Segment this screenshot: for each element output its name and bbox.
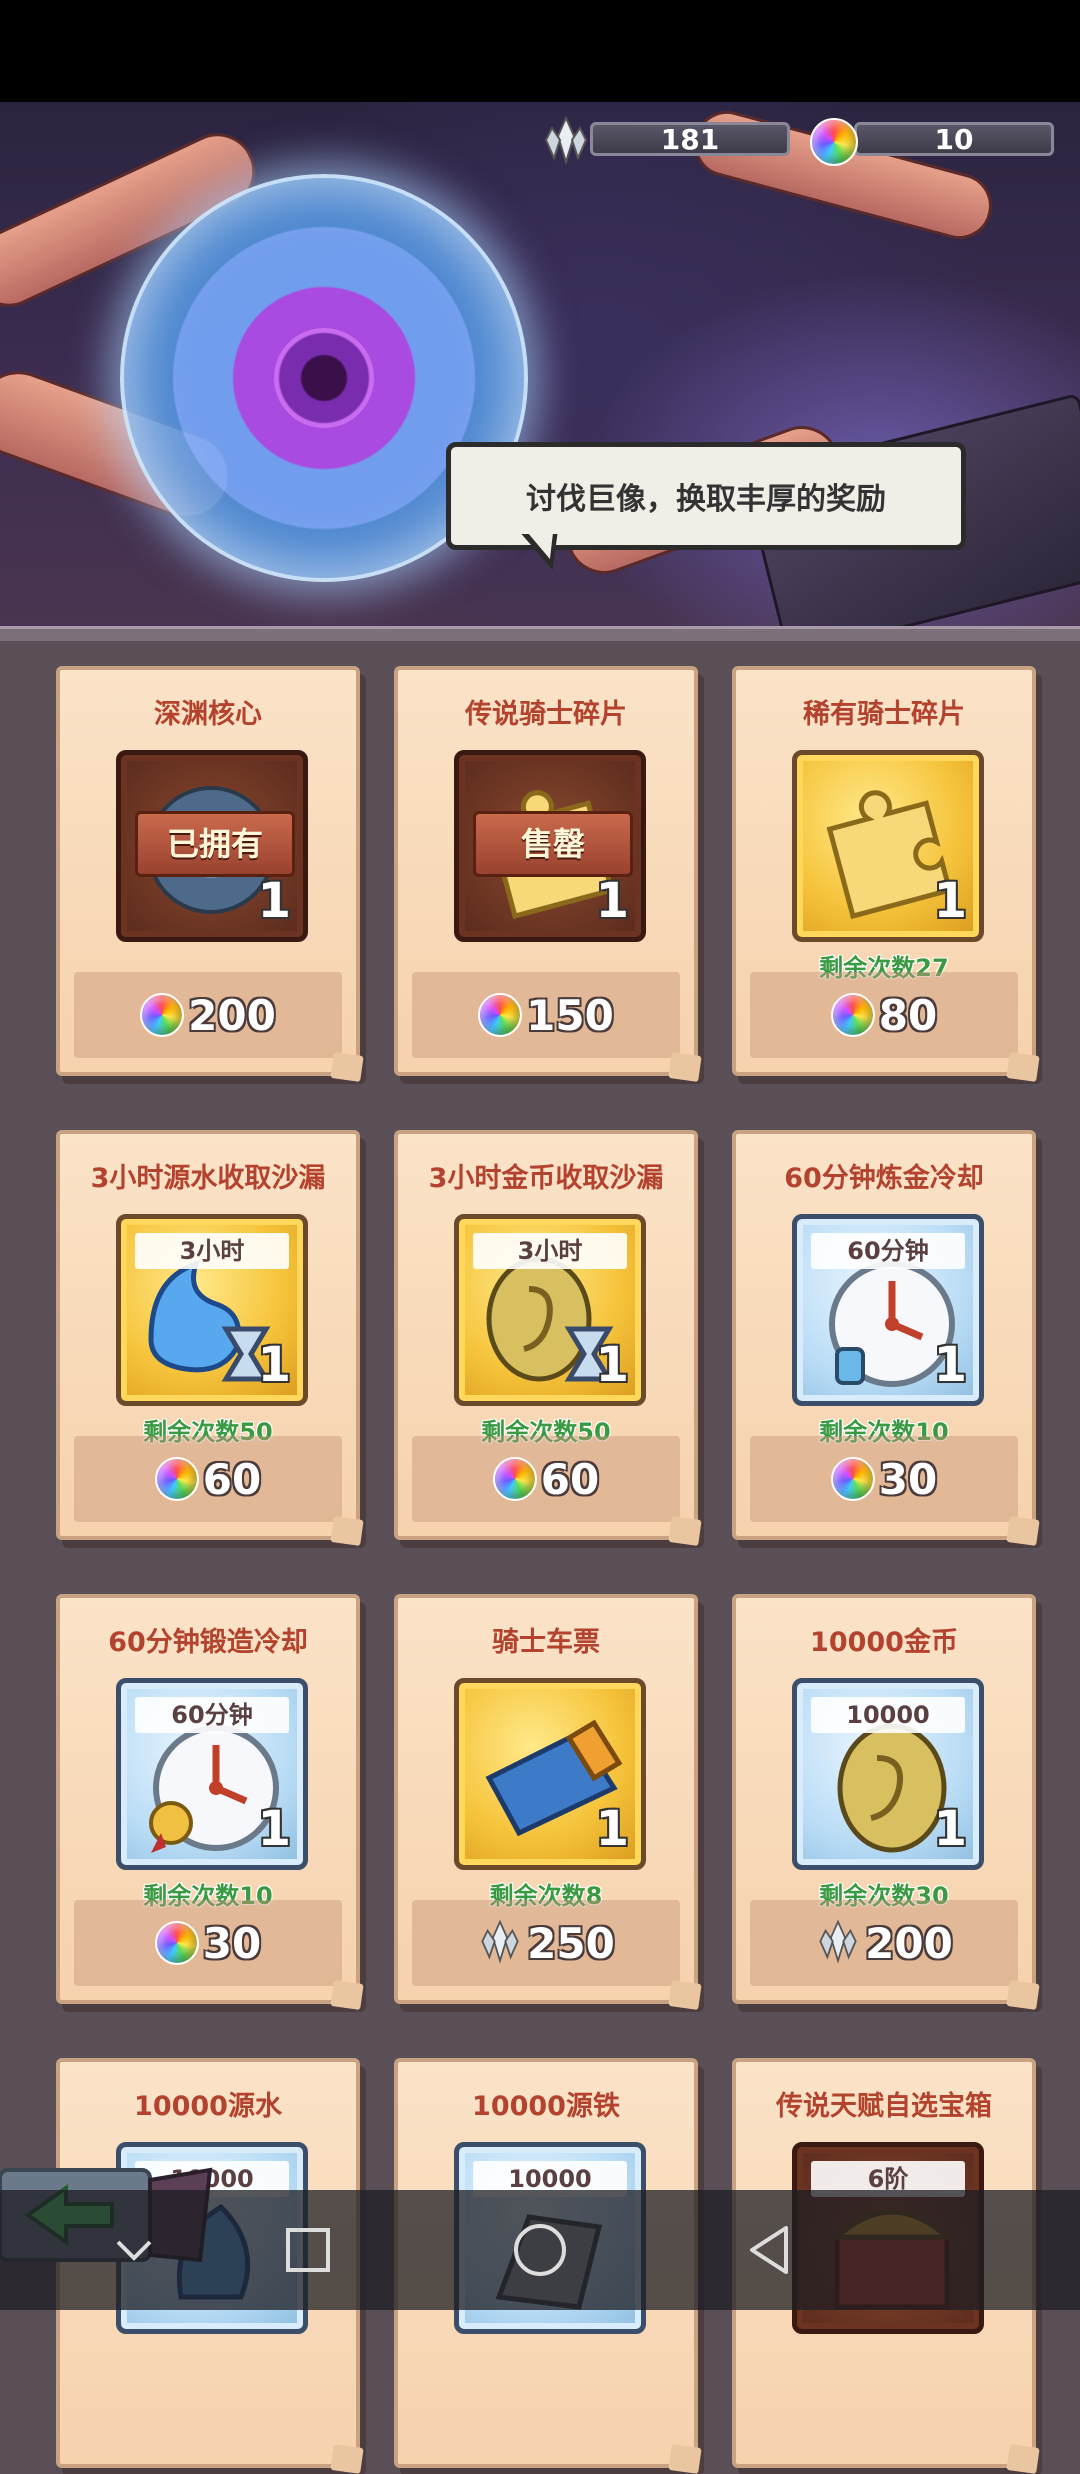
nav-recents-icon[interactable] bbox=[270, 2212, 346, 2288]
item-duration-label: 10000 bbox=[811, 1697, 965, 1733]
shop-item-card[interactable]: 60分钟锻造冷却 60分钟 1 剩余次数10 30 bbox=[56, 1594, 360, 2004]
item-quantity: 1 bbox=[933, 1801, 967, 1857]
item-title: 10000金币 bbox=[810, 1627, 958, 1658]
buy-button[interactable]: 80 bbox=[750, 972, 1018, 1058]
item-quantity: 1 bbox=[933, 873, 967, 929]
item-status-stamp: 已拥有 bbox=[135, 811, 295, 877]
item-title: 传说骑士碎片 bbox=[465, 699, 627, 730]
item-duration-label: 60分钟 bbox=[135, 1697, 289, 1733]
item-title: 传说天赋自选宝箱 bbox=[776, 2091, 992, 2122]
crystal-counter[interactable]: 181 bbox=[540, 116, 796, 166]
item-duration-label: 3小时 bbox=[135, 1233, 289, 1269]
item-title: 3小时金币收取沙漏 bbox=[428, 1163, 664, 1194]
rainbow-gem-icon bbox=[830, 1457, 875, 1501]
buy-button[interactable]: 30 bbox=[74, 1900, 342, 1986]
item-quantity: 1 bbox=[933, 1337, 967, 1393]
item-icon-frame: 1 bbox=[454, 1678, 646, 1870]
buy-button[interactable]: 60 bbox=[412, 1436, 680, 1522]
banner-divider bbox=[0, 626, 1080, 641]
rainbow-gem-icon bbox=[830, 993, 875, 1037]
item-quantity: 1 bbox=[257, 1337, 291, 1393]
buy-button[interactable]: 30 bbox=[750, 1436, 1018, 1522]
shop-item-card[interactable]: 10000金币 10000 1 剩余次数30 200 bbox=[732, 1594, 1036, 2004]
item-title: 10000源铁 bbox=[472, 2091, 620, 2122]
rainbow-gem-icon bbox=[492, 1457, 537, 1501]
shop-item-card[interactable]: 3小时源水收取沙漏 3小时 1 剩余次数50 60 bbox=[56, 1130, 360, 1540]
buy-button[interactable]: 150 bbox=[412, 972, 680, 1058]
item-icon-frame: 已拥有 1 bbox=[116, 750, 308, 942]
item-title: 60分钟锻造冷却 bbox=[108, 1627, 308, 1658]
crystal-icon bbox=[819, 1920, 857, 1964]
item-quantity: 1 bbox=[257, 1801, 291, 1857]
crystal-icon bbox=[481, 1920, 519, 1964]
gem-counter[interactable]: 10 bbox=[810, 118, 1060, 166]
item-icon-frame: 10000 1 bbox=[792, 1678, 984, 1870]
item-title: 稀有骑士碎片 bbox=[803, 699, 965, 730]
item-status-stamp: 售罄 bbox=[473, 811, 633, 877]
item-duration-label: 60分钟 bbox=[811, 1233, 965, 1269]
buy-button[interactable]: 250 bbox=[412, 1900, 680, 1986]
buy-button[interactable]: 200 bbox=[750, 1900, 1018, 1986]
shop-item-card[interactable]: 60分钟炼金冷却 60分钟 1 剩余次数10 30 bbox=[732, 1130, 1036, 1540]
crystal-value: 181 bbox=[590, 122, 790, 156]
shop-item-card[interactable]: 骑士车票 1 剩余次数8 250 bbox=[394, 1594, 698, 2004]
item-price: 250 bbox=[527, 1918, 615, 1968]
rainbow-gem-icon bbox=[810, 118, 858, 166]
item-icon-frame: 60分钟 1 bbox=[792, 1214, 984, 1406]
item-title: 60分钟炼金冷却 bbox=[784, 1163, 984, 1194]
crystal-icon bbox=[544, 116, 588, 166]
item-price: 30 bbox=[878, 1454, 938, 1504]
item-price: 30 bbox=[202, 1918, 262, 1968]
item-icon-frame: 3小时 1 bbox=[454, 1214, 646, 1406]
shop-item-card[interactable]: 深渊核心已拥有 1 200 bbox=[56, 666, 360, 1076]
item-title: 10000源水 bbox=[134, 2091, 282, 2122]
item-price: 200 bbox=[865, 1918, 953, 1968]
rainbow-gem-icon bbox=[154, 1921, 199, 1965]
item-price: 150 bbox=[526, 990, 614, 1040]
item-icon-frame: 售罄 1 bbox=[454, 750, 646, 942]
item-title: 3小时源水收取沙漏 bbox=[90, 1163, 326, 1194]
shop-item-card[interactable]: 稀有骑士碎片 1 剩余次数27 80 bbox=[732, 666, 1036, 1076]
buy-button[interactable]: 200 bbox=[74, 972, 342, 1058]
item-price: 60 bbox=[202, 1454, 262, 1504]
item-quantity: 1 bbox=[595, 1801, 629, 1857]
item-title: 深渊核心 bbox=[154, 699, 262, 730]
item-icon-frame: 1 bbox=[792, 750, 984, 942]
item-icon-frame: 3小时 1 bbox=[116, 1214, 308, 1406]
nav-back-icon[interactable] bbox=[734, 2212, 810, 2288]
item-price: 80 bbox=[878, 990, 938, 1040]
shop-grid: 深渊核心 已拥有 1 200 传说骑士碎片 售罄 1 150 稀有骑士碎片 1 剩余次数27 80 3小… bbox=[0, 640, 1080, 2468]
buy-button[interactable]: 60 bbox=[74, 1436, 342, 1522]
system-nav-bar bbox=[0, 2190, 1080, 2310]
rainbow-gem-icon bbox=[478, 993, 523, 1037]
item-price: 60 bbox=[540, 1454, 600, 1504]
item-quantity: 1 bbox=[595, 873, 629, 929]
nav-collapse-icon[interactable] bbox=[96, 2212, 172, 2288]
nav-home-icon[interactable] bbox=[502, 2212, 578, 2288]
item-title: 骑士车票 bbox=[492, 1627, 600, 1658]
shop-item-card[interactable]: 3小时金币收取沙漏 3小时 1 剩余次数50 60 bbox=[394, 1130, 698, 1540]
item-duration-label: 3小时 bbox=[473, 1233, 627, 1269]
rainbow-gem-icon bbox=[154, 1457, 199, 1501]
status-bar bbox=[0, 0, 1080, 102]
item-icon-frame: 60分钟 1 bbox=[116, 1678, 308, 1870]
item-price: 200 bbox=[188, 990, 276, 1040]
shop-item-card[interactable]: 传说骑士碎片售罄 1 150 bbox=[394, 666, 698, 1076]
item-quantity: 1 bbox=[595, 1337, 629, 1393]
gem-value: 10 bbox=[854, 122, 1054, 156]
item-quantity: 1 bbox=[257, 873, 291, 929]
event-banner: 讨伐巨像，换取丰厚的奖励 bbox=[0, 102, 1080, 632]
rainbow-gem-icon bbox=[140, 993, 185, 1037]
